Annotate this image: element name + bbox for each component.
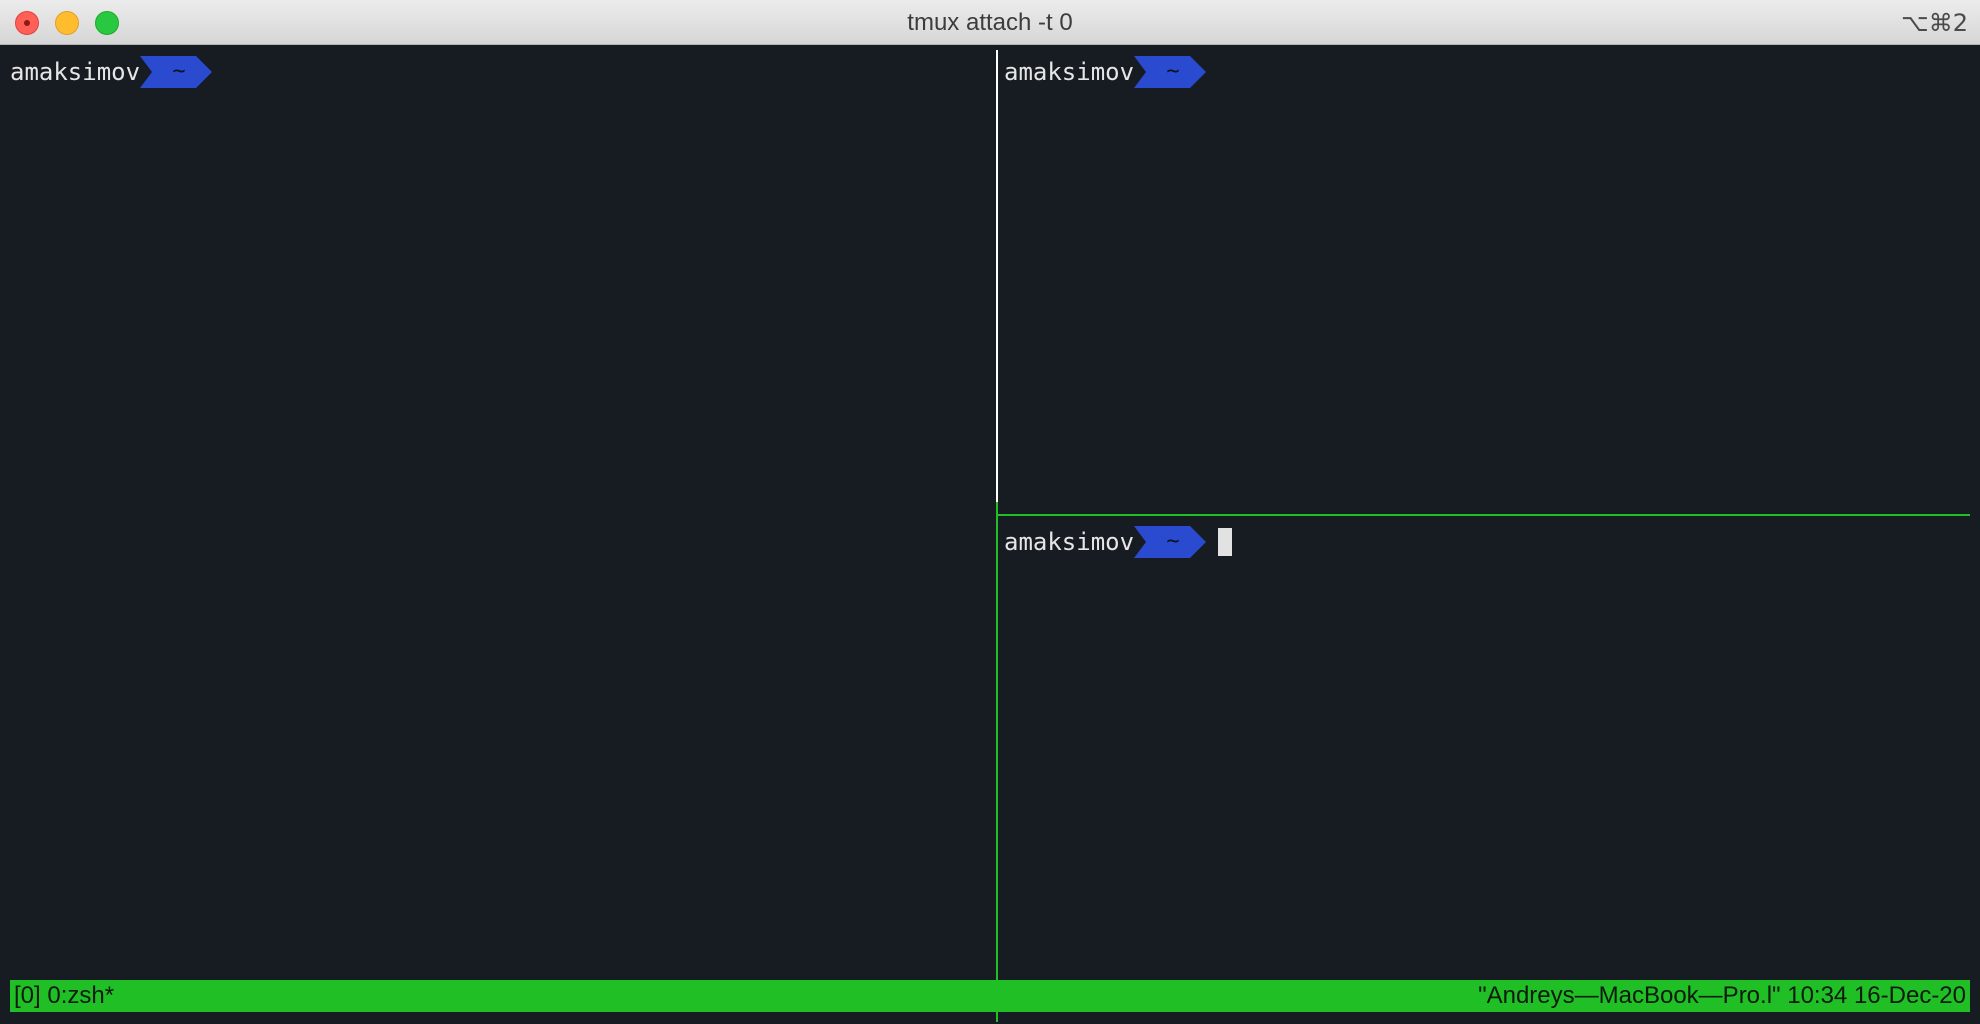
title-bar: tmux attach -t 0 ⌥⌘2 (0, 0, 1980, 45)
prompt-dir-segment: ~ (1134, 526, 1207, 558)
shell-prompt: amaksimov ~ (1004, 526, 1233, 558)
pane-divider-vertical-inactive[interactable] (996, 50, 998, 502)
prompt-dir: ~ (1166, 59, 1180, 84)
pane-bottom-right[interactable]: amaksimov ~ (998, 516, 1980, 1024)
prompt-dir-segment: ~ (140, 56, 213, 88)
prompt-dir-segment: ~ (1134, 56, 1207, 88)
terminal-window: tmux attach -t 0 ⌥⌘2 amaksimov ~ amaksim… (0, 0, 1980, 1022)
pane-left[interactable]: amaksimov ~ (0, 46, 996, 978)
prompt-dir: ~ (172, 59, 186, 84)
status-host-time: "Andreys—MacBook—Pro.l" 10:34 16-Dec-20 (1478, 982, 1966, 1009)
tmux-status-bar: [0] 0:zsh* "Andreys—MacBook—Pro.l" 10:34… (10, 980, 1970, 1012)
pane-divider-horizontal-active[interactable] (996, 514, 1970, 516)
prompt-user: amaksimov (1004, 58, 1135, 86)
window-title: tmux attach -t 0 (907, 9, 1073, 36)
window-shortcut: ⌥⌘2 (1901, 9, 1968, 37)
prompt-user: amaksimov (10, 58, 141, 86)
shell-prompt: amaksimov ~ (10, 56, 213, 88)
prompt-user: amaksimov (1004, 528, 1135, 556)
shell-prompt: amaksimov ~ (1004, 56, 1207, 88)
text-cursor (1218, 528, 1233, 556)
terminal-content[interactable]: amaksimov ~ amaksimov ~ amaksimov ~ (0, 46, 1980, 1022)
pane-top-right[interactable]: amaksimov ~ (998, 46, 1980, 514)
prompt-dir: ~ (1166, 529, 1180, 554)
pane-divider-vertical-active[interactable] (996, 502, 998, 1022)
status-session-windows[interactable]: [0] 0:zsh* (14, 980, 114, 1012)
